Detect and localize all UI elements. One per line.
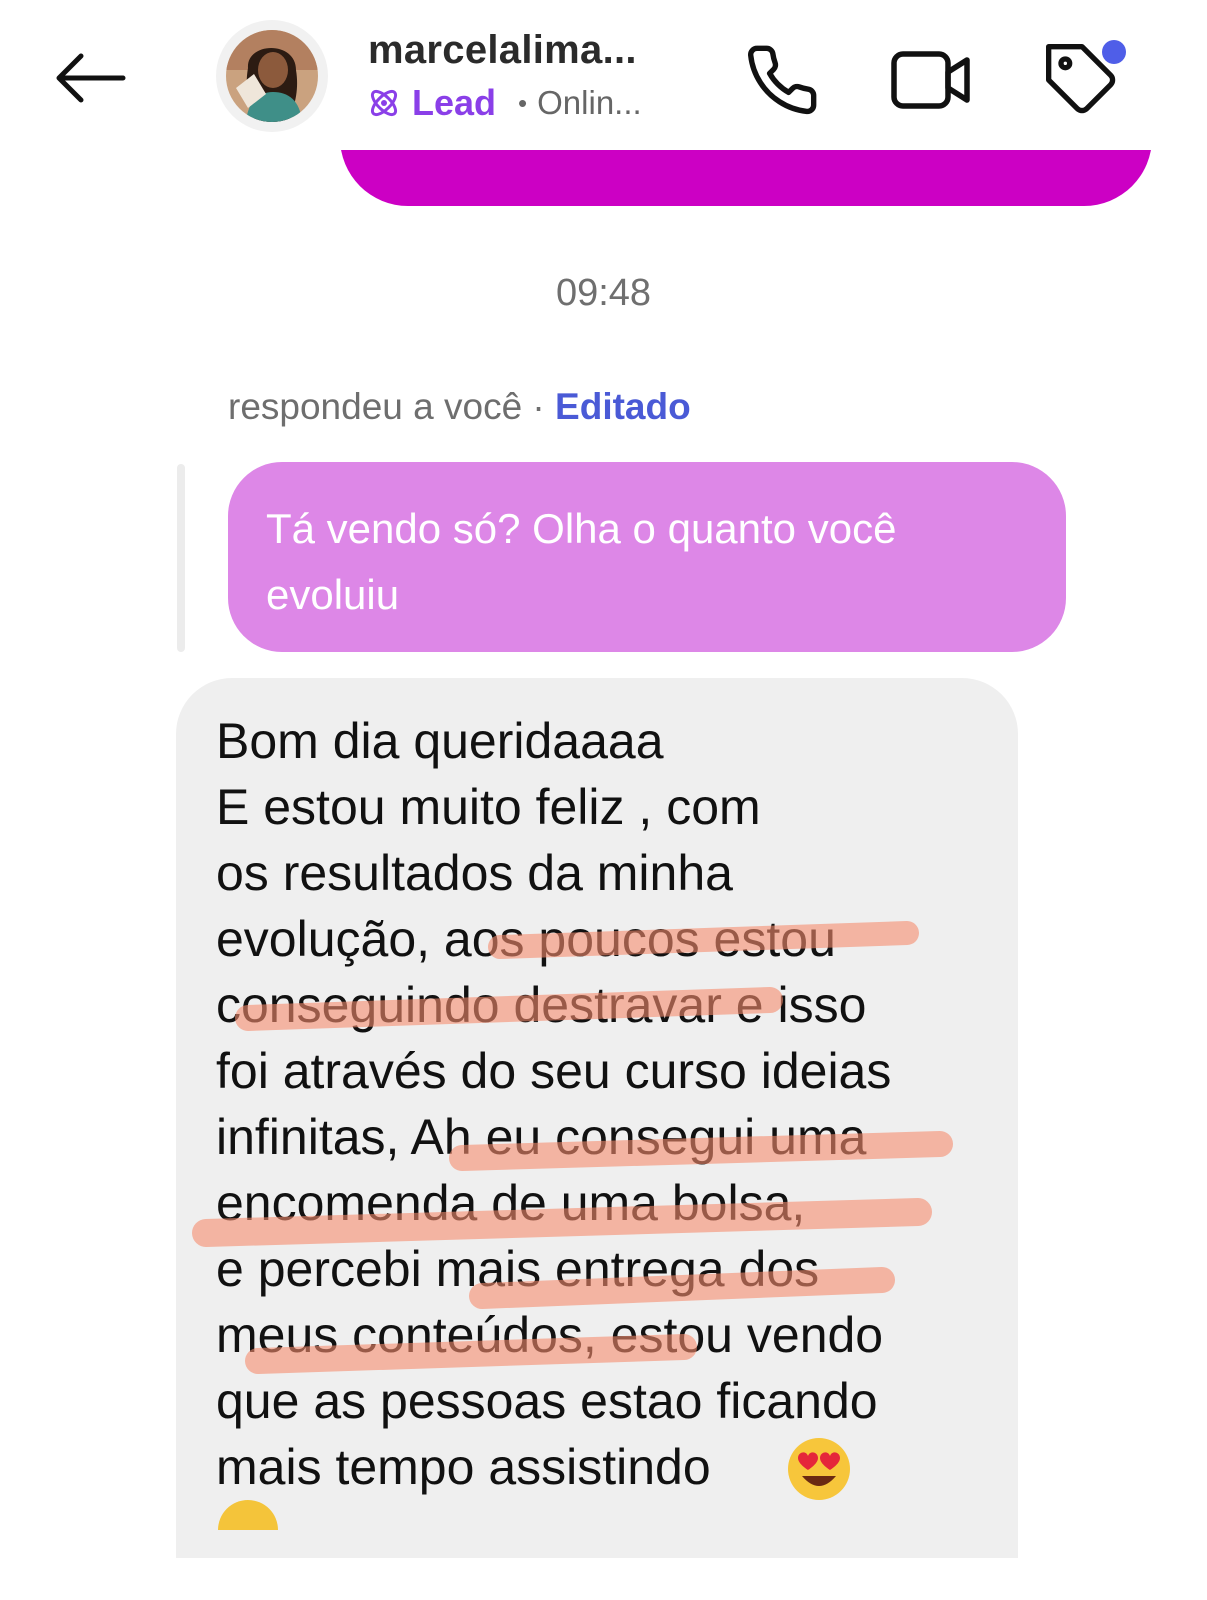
avatar-photo bbox=[226, 30, 318, 122]
video-call-button[interactable] bbox=[887, 36, 975, 124]
back-arrow-icon bbox=[56, 53, 126, 103]
status-separator: • bbox=[518, 87, 528, 118]
reply-label: respondeu a você · Editado bbox=[228, 386, 691, 428]
call-button[interactable] bbox=[738, 36, 826, 124]
video-camera-icon bbox=[891, 51, 970, 109]
reply-text: respondeu a você · bbox=[228, 386, 556, 427]
lead-label[interactable]: Lead bbox=[412, 82, 496, 124]
sent-message-bubble[interactable] bbox=[340, 150, 1152, 206]
message-timestamp: 09:48 bbox=[555, 272, 652, 314]
message-thread[interactable]: 09:48 respondeu a você · Editado Tá vend… bbox=[0, 150, 1207, 1600]
quoted-message[interactable]: Tá vendo só? Olha o quanto você evoluiu bbox=[228, 462, 1066, 652]
heart-eyes-emoji-icon bbox=[788, 1438, 850, 1500]
back-button[interactable] bbox=[48, 42, 130, 114]
chat-header: marcelalima... Lead • Onlin... bbox=[0, 0, 1207, 150]
tag-button[interactable] bbox=[1038, 36, 1126, 124]
edited-label[interactable]: Editado bbox=[555, 386, 691, 427]
phone-icon bbox=[748, 45, 817, 115]
online-status: Onlin... bbox=[537, 84, 642, 121]
reply-indicator-bar bbox=[177, 464, 185, 652]
lead-atom-icon bbox=[366, 85, 402, 121]
contact-meta: Lead • Onlin... bbox=[366, 82, 642, 124]
avatar[interactable] bbox=[216, 20, 328, 132]
notification-dot bbox=[1102, 40, 1126, 64]
received-message-text: Bom dia queridaaaa E estou muito feliz ,… bbox=[216, 713, 892, 1495]
contact-name[interactable]: marcelalima... bbox=[368, 28, 637, 73]
